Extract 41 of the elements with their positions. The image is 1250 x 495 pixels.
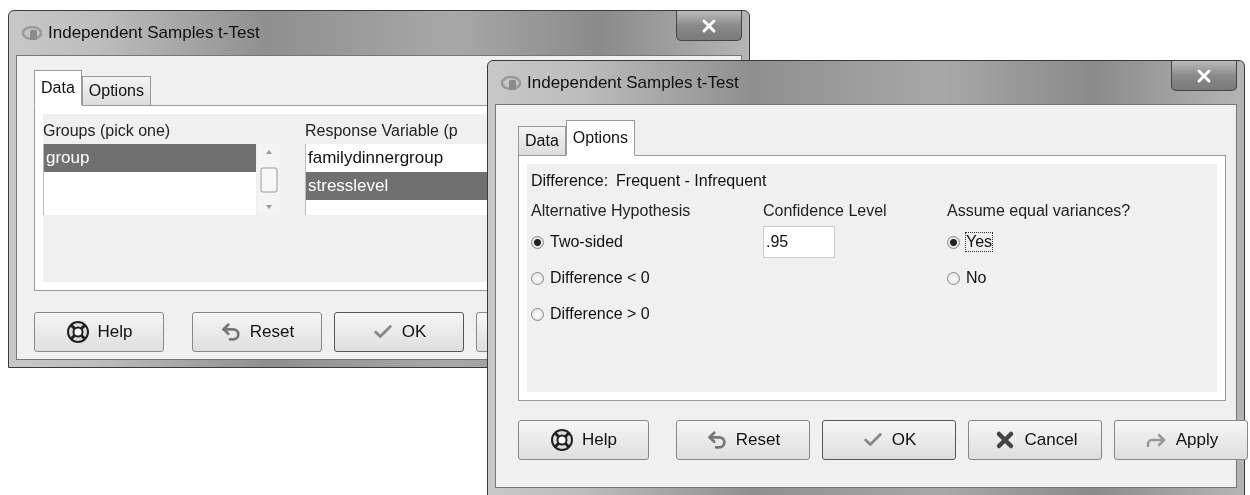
radio-button[interactable] xyxy=(531,307,544,321)
difference-label: Difference: xyxy=(531,172,609,190)
radio-option[interactable]: No xyxy=(947,260,1207,296)
list-label: Groups (pick one) xyxy=(43,122,171,141)
ok-button[interactable]: OK xyxy=(822,420,956,460)
app-logo-icon xyxy=(501,74,521,91)
window-title: Independent Samples t-Test xyxy=(48,23,260,43)
radio-button[interactable] xyxy=(531,271,544,285)
field-label: Confidence Level xyxy=(763,202,887,221)
list-box[interactable]: group xyxy=(43,144,256,215)
confidence-input-field[interactable]: .95 xyxy=(763,226,835,258)
list-label: Response Variable (p xyxy=(305,122,458,141)
radio-button[interactable] xyxy=(947,271,960,285)
reset-button[interactable]: Reset xyxy=(192,312,322,352)
radio-option[interactable]: Difference > 0 xyxy=(531,296,763,332)
radio-button[interactable] xyxy=(531,235,544,249)
cancel-button[interactable]: Cancel xyxy=(968,420,1102,460)
radio-button[interactable] xyxy=(947,235,960,249)
undo-arrow-icon xyxy=(705,429,728,451)
tab[interactable]: Data xyxy=(518,126,566,156)
undo-arrow-icon xyxy=(219,321,242,343)
close-button[interactable] xyxy=(676,11,742,41)
help-button[interactable]: Help xyxy=(518,420,649,460)
help-button[interactable]: Help xyxy=(34,312,164,352)
ok-button[interactable]: OK xyxy=(334,312,464,352)
apply-button[interactable]: Apply xyxy=(1114,420,1248,460)
group-label: Assume equal variances? xyxy=(947,202,1131,221)
radio-option[interactable]: Yes xyxy=(947,224,1207,260)
difference-value: Frequent - Infrequent xyxy=(616,172,767,190)
app-logo-icon xyxy=(22,25,42,41)
tab[interactable]: Options xyxy=(565,120,635,156)
close-button[interactable] xyxy=(1171,61,1237,91)
tab[interactable]: Options xyxy=(81,76,151,106)
window-title: Independent Samples t-Test xyxy=(527,72,739,93)
reset-button[interactable]: Reset xyxy=(676,420,810,460)
radio-option[interactable]: Difference < 0 xyxy=(531,260,763,296)
tab[interactable]: Data xyxy=(34,70,82,106)
radio-option[interactable]: Two-sided xyxy=(531,224,763,260)
lifebuoy-icon xyxy=(550,428,574,452)
lifebuoy-icon xyxy=(65,320,90,344)
list-item[interactable]: group xyxy=(44,144,256,172)
